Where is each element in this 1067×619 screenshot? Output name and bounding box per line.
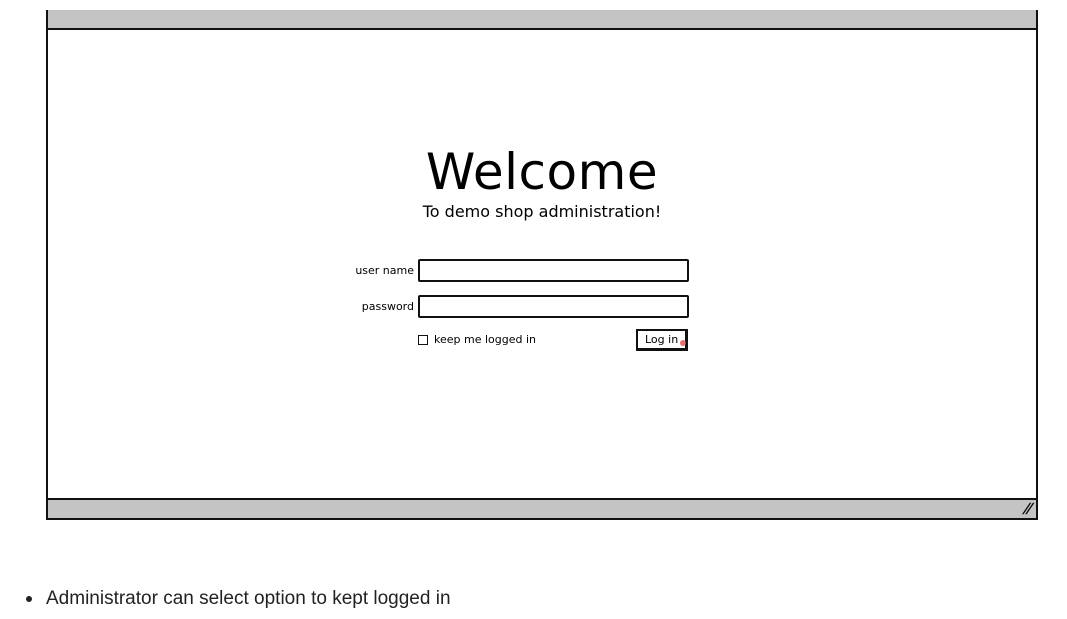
window-title-bar xyxy=(48,10,1036,30)
resize-grip-icon[interactable]: // xyxy=(1021,501,1033,517)
window-status-bar: // xyxy=(48,498,1036,520)
password-label: password xyxy=(361,300,414,313)
keep-logged-in-label: keep me logged in xyxy=(434,333,536,346)
list-item: Administrator can select option to kept … xyxy=(24,586,451,612)
username-input[interactable] xyxy=(418,259,689,282)
username-label: user name xyxy=(355,264,414,277)
notes-list: Administrator can select option to kept … xyxy=(24,586,451,612)
welcome-title: Welcome xyxy=(425,143,659,201)
cursor-indicator xyxy=(680,340,686,346)
login-window: Welcome To demo shop administration! use… xyxy=(46,10,1038,520)
bullet-icon xyxy=(26,596,32,602)
password-input[interactable] xyxy=(418,295,689,318)
note-text: Administrator can select option to kept … xyxy=(46,588,451,609)
keep-logged-in-checkbox[interactable] xyxy=(418,335,428,345)
welcome-subtitle: To demo shop administration! xyxy=(422,202,662,221)
